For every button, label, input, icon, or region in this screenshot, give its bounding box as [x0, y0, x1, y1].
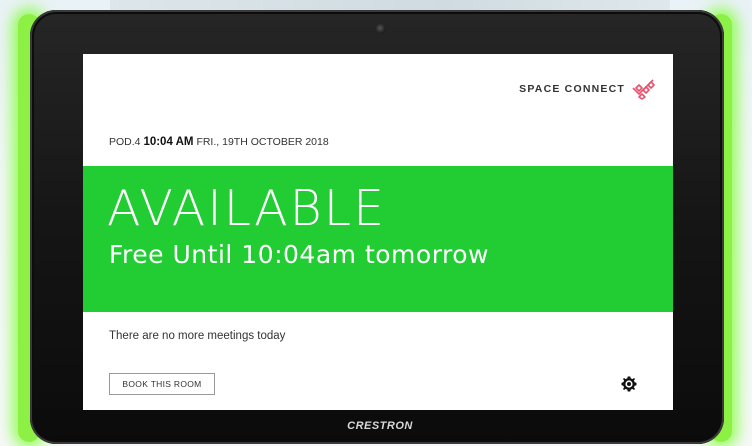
- current-time: 10:04 AM: [143, 136, 194, 148]
- room-name: POD.4: [109, 136, 141, 148]
- availability-status-band: AVAILABLE Free Until 10:04am tomorrow: [83, 166, 673, 312]
- room-time-date-line: POD.4 10:04 AM FRI., 19TH OCTOBER 2018: [109, 136, 329, 148]
- app-logo: SPACE CONNECT: [519, 78, 657, 100]
- availability-subtitle: Free Until 10:04am tomorrow: [109, 240, 490, 269]
- device-brand-logo: CRESTRON: [347, 420, 413, 432]
- book-room-button[interactable]: BOOK THIS ROOM: [109, 373, 215, 395]
- meetings-message: There are no more meetings today: [109, 330, 286, 342]
- camera-icon: [376, 24, 386, 34]
- room-scheduler-screen: SPACE CONNECT POD.4 10:04 AM FRI., 19TH …: [83, 54, 673, 410]
- app-logo-text: SPACE CONNECT: [519, 83, 625, 95]
- space-connect-logo-icon: [632, 79, 655, 100]
- gear-icon[interactable]: [621, 376, 637, 392]
- current-date: FRI., 19TH OCTOBER 2018: [196, 136, 329, 148]
- availability-title: AVAILABLE: [107, 180, 387, 237]
